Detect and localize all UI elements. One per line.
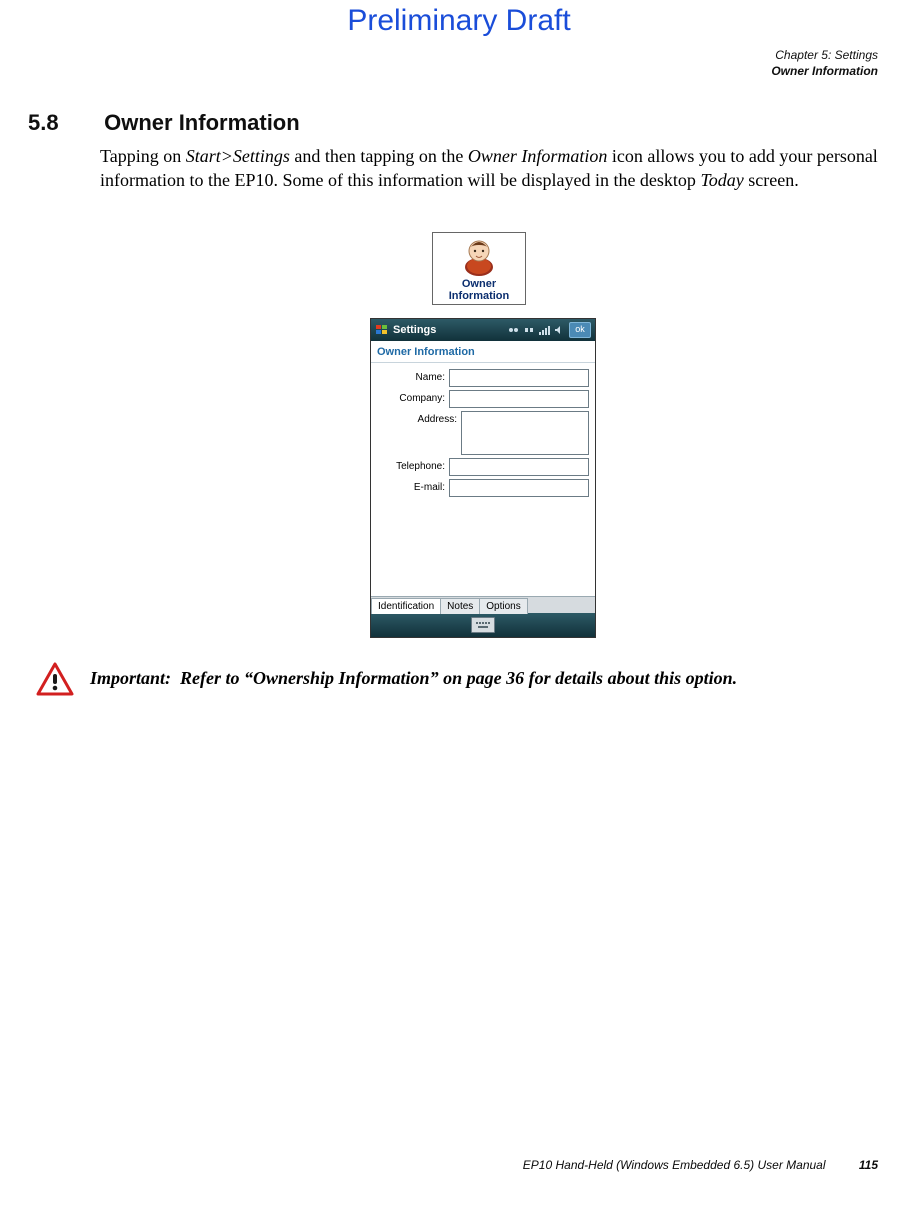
- name-label: Name:: [371, 369, 449, 383]
- body-text-1a: Tapping on: [100, 146, 186, 166]
- section-heading: 5.8 Owner Information: [28, 110, 878, 136]
- important-text: Important: Refer to “Ownership Informati…: [90, 662, 737, 689]
- tab-options[interactable]: Options: [479, 598, 527, 614]
- company-field[interactable]: [449, 390, 589, 408]
- connectivity-icon[interactable]: [508, 324, 520, 336]
- body-text-1g: screen.: [744, 170, 799, 190]
- section-body: Tapping on Start>Settings and then tappi…: [100, 144, 878, 193]
- section-number: 5.8: [28, 110, 98, 136]
- section-title: Owner Information: [104, 110, 300, 135]
- email-label: E-mail:: [371, 479, 449, 493]
- owner-info-form: Name: Company: Address: Telephone: E-mai…: [371, 369, 595, 497]
- signal-icon[interactable]: [538, 324, 550, 336]
- start-flag-icon[interactable]: [375, 323, 389, 337]
- email-field[interactable]: [449, 479, 589, 497]
- telephone-label: Telephone:: [371, 458, 449, 472]
- footer-page-number: 115: [859, 1158, 878, 1172]
- sync-icon[interactable]: [523, 324, 535, 336]
- page-header: Chapter 5: Settings Owner Information: [771, 48, 878, 79]
- important-body: Refer to “Ownership Information” on page…: [180, 668, 737, 688]
- owner-info-settings-screenshot: Settings ok Owner Information Name: Comp…: [370, 318, 596, 638]
- important-note: Important: Refer to “Ownership Informati…: [36, 662, 878, 701]
- keyboard-icon[interactable]: [471, 617, 495, 633]
- address-field[interactable]: [461, 411, 589, 455]
- footer-manual-title: EP10 Hand-Held (Windows Embedded 6.5) Us…: [523, 1158, 826, 1172]
- status-icons: [508, 324, 565, 336]
- owner-avatar-icon: [458, 237, 500, 277]
- panel-divider: [371, 362, 595, 363]
- ok-button[interactable]: ok: [569, 322, 591, 338]
- chapter-label: Chapter 5: Settings: [771, 48, 878, 64]
- company-label: Company:: [371, 390, 449, 404]
- header-subtitle: Owner Information: [771, 64, 878, 80]
- volume-icon[interactable]: [553, 324, 565, 336]
- warning-icon: [36, 662, 74, 701]
- page-footer: EP10 Hand-Held (Windows Embedded 6.5) Us…: [523, 1158, 878, 1172]
- important-label: Important:: [90, 668, 171, 688]
- body-text-1c: and then tapping on the: [290, 146, 468, 166]
- tabs-row: Identification Notes Options: [371, 596, 595, 613]
- owner-info-icon-label-2: Information: [449, 290, 510, 302]
- body-text-1f: Today: [700, 170, 743, 190]
- telephone-field[interactable]: [449, 458, 589, 476]
- tab-identification[interactable]: Identification: [371, 598, 441, 614]
- titlebar: Settings ok: [371, 319, 595, 341]
- preliminary-draft-banner: Preliminary Draft: [0, 4, 918, 38]
- bottom-bar: [371, 613, 595, 637]
- owner-info-icon-label: Owner Information: [433, 279, 525, 302]
- titlebar-title: Settings: [393, 324, 436, 336]
- tab-notes[interactable]: Notes: [440, 598, 480, 614]
- owner-info-icon-label-1: Owner: [462, 278, 496, 290]
- address-label: Address:: [371, 411, 461, 425]
- owner-info-icon-figure: Owner Information: [432, 232, 526, 305]
- body-text-1b: Start>Settings: [186, 146, 290, 166]
- name-field[interactable]: [449, 369, 589, 387]
- panel-title: Owner Information: [371, 341, 595, 360]
- body-text-1d: Owner Information: [468, 146, 608, 166]
